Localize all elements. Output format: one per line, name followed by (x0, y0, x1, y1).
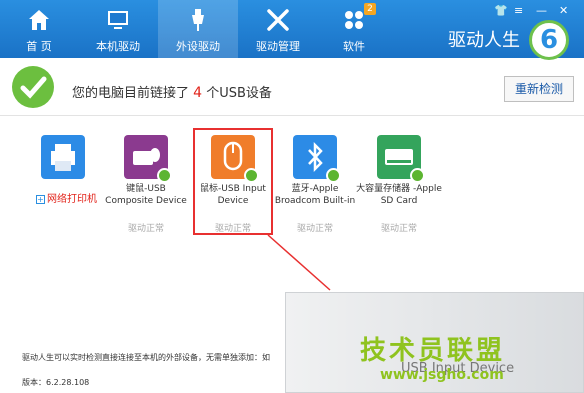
menu-icon[interactable]: ≡ (514, 4, 523, 17)
app-logo: 6 (529, 20, 569, 60)
add-icon: + (36, 195, 45, 204)
skin-icon[interactable]: 👕 (494, 4, 508, 17)
top-nav-bar: 首 页 本机驱动 外设驱动 驱动管理 2 软件 👕 ≡ — ✕ 驱动人生 6 (0, 0, 584, 60)
nav-driver-management[interactable]: 驱动管理 (238, 0, 318, 58)
nav-software[interactable]: 2 软件 (318, 0, 390, 58)
nav-peripheral-drivers[interactable]: 外设驱动 (158, 0, 238, 58)
watermark-text: 技术员联盟 (360, 336, 506, 366)
driver-ok-icon (410, 168, 425, 183)
device-name: 大容量存储器 -Apple SD Card (356, 184, 442, 206)
status-prefix: 您的电脑目前链接了 (72, 86, 190, 101)
device-status: 驱动正常 (127, 224, 164, 234)
driver-ok-icon (326, 168, 341, 183)
device-status: 驱动正常 (380, 224, 417, 234)
keyboard-mouse-icon (124, 135, 172, 183)
device-count: 4 (193, 85, 203, 101)
apps-icon (345, 11, 363, 29)
nav-peripheral-drivers-label: 外设驱动 (176, 40, 220, 53)
home-icon (29, 10, 49, 30)
driver-ok-icon (157, 168, 172, 183)
nav-driver-management-label: 驱动管理 (256, 40, 300, 53)
rescan-button[interactable]: 重新检测 (504, 76, 574, 102)
nav-local-drivers-label: 本机驱动 (96, 40, 140, 53)
checkmark-icon (12, 66, 54, 108)
network-printer-label: 网络打印机 (47, 194, 97, 205)
printer-icon (41, 135, 85, 179)
app-brand: 驱动人生 (448, 30, 520, 51)
highlight-box (193, 128, 273, 235)
software-badge: 2 (364, 3, 376, 15)
bluetooth-icon (293, 135, 341, 183)
nav-local-drivers[interactable]: 本机驱动 (78, 0, 158, 58)
usb-icon (192, 9, 204, 31)
device-status: 驱动正常 (296, 224, 333, 234)
device-name: 蓝牙-Apple Broadcom Built-in (274, 184, 356, 206)
monitor-icon (108, 11, 128, 29)
nav-software-label: 软件 (343, 40, 365, 53)
wrench-icon (267, 9, 289, 31)
storage-icon (377, 135, 425, 183)
close-icon[interactable]: ✕ (559, 4, 568, 17)
add-network-printer-link[interactable]: + 网络打印机 (36, 190, 97, 205)
nav-home-label: 首 页 (26, 40, 52, 53)
version-label: 版本：6.2.28.108 (22, 378, 90, 387)
device-name: 键鼠-USB Composite Device (105, 184, 187, 206)
status-suffix: 个USB设备 (206, 86, 272, 101)
footer-note: 驱动人生可以实时检测直接连接至本机的外部设备，无需单独添加：如 (22, 353, 270, 362)
nav-home[interactable]: 首 页 (0, 0, 78, 58)
device-count-message: 您的电脑目前链接了 4 个USB设备 (72, 82, 272, 101)
status-bar: 您的电脑目前链接了 4 个USB设备 重新检测 (0, 62, 584, 116)
watermark-url: www.jsgho.com (380, 367, 504, 383)
minimize-icon[interactable]: — (536, 4, 547, 17)
